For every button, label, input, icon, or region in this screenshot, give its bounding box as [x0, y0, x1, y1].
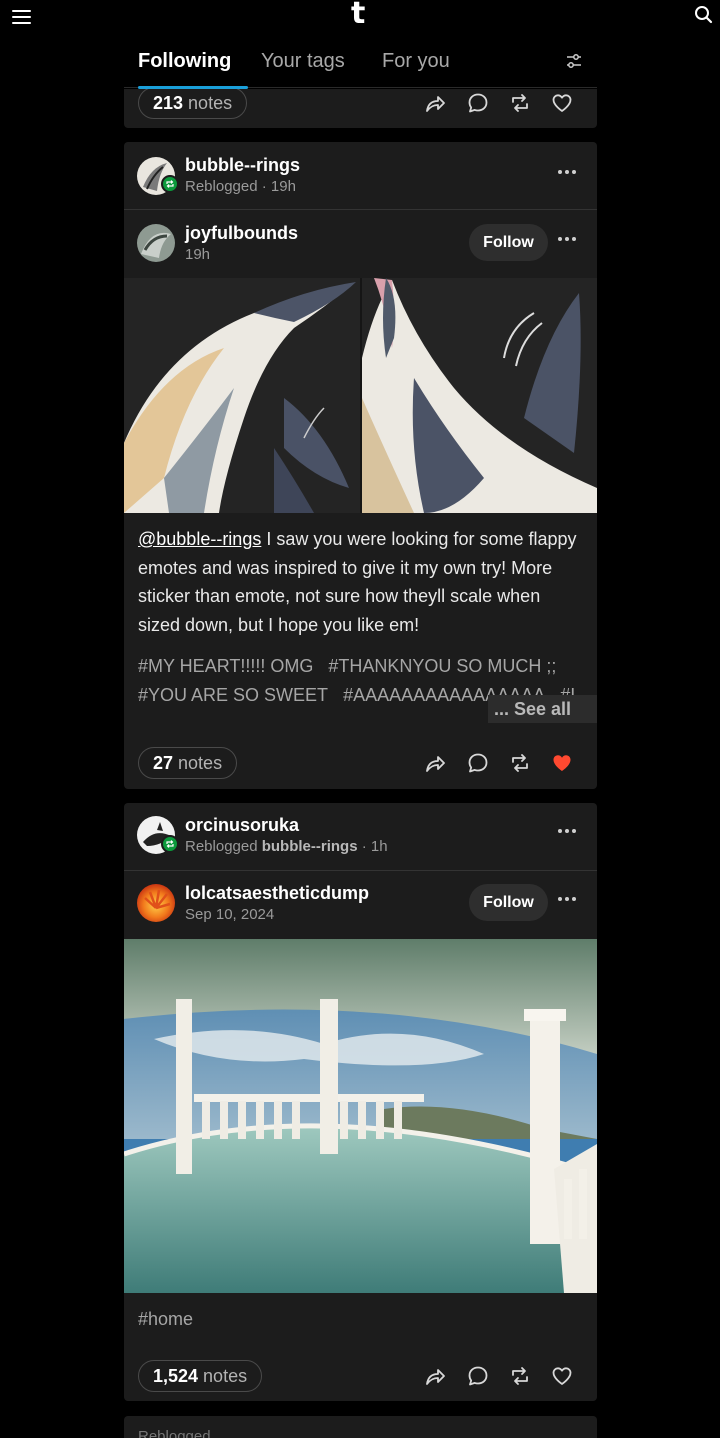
share-icon[interactable]: [423, 91, 447, 115]
post-card: 213 notes: [124, 89, 597, 128]
filter-icon[interactable]: [564, 51, 584, 71]
reblog-meta: Reblogged ...: [138, 1428, 228, 1438]
reblog-icon[interactable]: [508, 751, 532, 775]
notes-button[interactable]: 1,524 notes: [138, 1360, 263, 1392]
more-icon[interactable]: [558, 897, 576, 909]
top-bar: t: [0, 0, 720, 34]
post-card: bubble--rings Reblogged · 19h joyfulboun…: [124, 142, 597, 789]
heart-icon-liked[interactable]: [550, 751, 574, 775]
post-time: Sep 10, 2024: [185, 906, 275, 923]
post-footer: 1,524 notes: [124, 1352, 597, 1401]
reblog-meta: Reblogged · 19h: [185, 178, 296, 195]
see-all-tags-button[interactable]: ... See all: [488, 695, 597, 723]
more-icon[interactable]: [558, 829, 576, 841]
heart-icon[interactable]: [550, 91, 574, 115]
reblogger-name[interactable]: orcinusoruka: [185, 815, 299, 836]
share-icon[interactable]: [423, 751, 447, 775]
tag-link[interactable]: #THANKNYOU SO MUCH ;;: [328, 656, 556, 676]
reblog-badge-icon: [161, 835, 179, 853]
notes-button[interactable]: 27 notes: [138, 747, 238, 779]
post-text: @bubble--rings I saw you were looking fo…: [138, 525, 583, 639]
notes-count: 1,524: [153, 1365, 199, 1386]
notes-label: notes: [188, 92, 233, 113]
follow-button[interactable]: Follow: [469, 224, 548, 261]
follow-button[interactable]: Follow: [469, 884, 548, 921]
reblog-meta-prefix: Reblogged: [185, 838, 258, 855]
notes-label: notes: [178, 752, 223, 773]
share-icon[interactable]: [423, 1364, 447, 1388]
reblogger-name[interactable]: bubble--rings: [185, 155, 300, 176]
feed-tabs: Following Your tags For you: [124, 40, 597, 89]
tab-your-tags[interactable]: Your tags: [261, 50, 345, 73]
reblog-meta: Reblogged bubble--rings · 1h: [185, 838, 388, 855]
post-footer: 27 notes: [124, 739, 597, 789]
post-image[interactable]: [124, 278, 597, 513]
heart-icon[interactable]: [550, 1364, 574, 1388]
post-footer: 213 notes: [124, 89, 597, 128]
menu-icon[interactable]: [10, 6, 34, 28]
reblog-meta-time: · 1h: [361, 838, 388, 855]
post-image[interactable]: [124, 939, 597, 1293]
more-icon[interactable]: [558, 170, 576, 182]
notes-count: 27: [153, 752, 174, 773]
author-name[interactable]: joyfulbounds: [185, 223, 298, 244]
reblog-icon[interactable]: [508, 1364, 532, 1388]
tag-link[interactable]: #MY HEART!!!!! OMG: [138, 656, 313, 676]
reblogged-from-link[interactable]: bubble--rings: [262, 838, 358, 855]
notes-count: 213: [153, 92, 184, 113]
reply-icon[interactable]: [466, 751, 490, 775]
author-header: joyfulbounds 19h Follow: [124, 211, 597, 279]
reply-icon[interactable]: [466, 91, 490, 115]
tab-for-you[interactable]: For you: [382, 50, 450, 73]
tumblr-logo[interactable]: t: [351, 0, 365, 31]
tag-link[interactable]: #YOU ARE SO SWEET: [138, 685, 328, 705]
avatar[interactable]: [137, 884, 175, 922]
tab-following[interactable]: Following: [138, 50, 231, 73]
tag-link[interactable]: #home: [138, 1309, 193, 1329]
author-header: lolcatsaestheticdump Sep 10, 2024 Follow: [124, 871, 597, 939]
notes-label: notes: [203, 1365, 248, 1386]
post-card: orcinusoruka Reblogged bubble--rings · 1…: [124, 803, 597, 1401]
notes-button[interactable]: 213 notes: [138, 89, 248, 119]
post-time: 19h: [185, 246, 211, 263]
reblog-badge-icon: [161, 175, 179, 193]
post-card: Reblogged ...: [124, 1416, 597, 1438]
more-icon[interactable]: [558, 237, 576, 249]
avatar[interactable]: [137, 224, 175, 262]
search-icon[interactable]: [693, 4, 715, 26]
reblogger-header: orcinusoruka Reblogged bubble--rings · 1…: [124, 803, 597, 871]
reply-icon[interactable]: [466, 1364, 490, 1388]
author-name[interactable]: lolcatsaestheticdump: [185, 883, 369, 904]
post-tags: #home: [138, 1305, 588, 1335]
reblog-icon[interactable]: [508, 91, 532, 115]
reblogger-header: bubble--rings Reblogged · 19h: [124, 142, 597, 210]
mention-link[interactable]: @bubble--rings: [138, 529, 261, 549]
